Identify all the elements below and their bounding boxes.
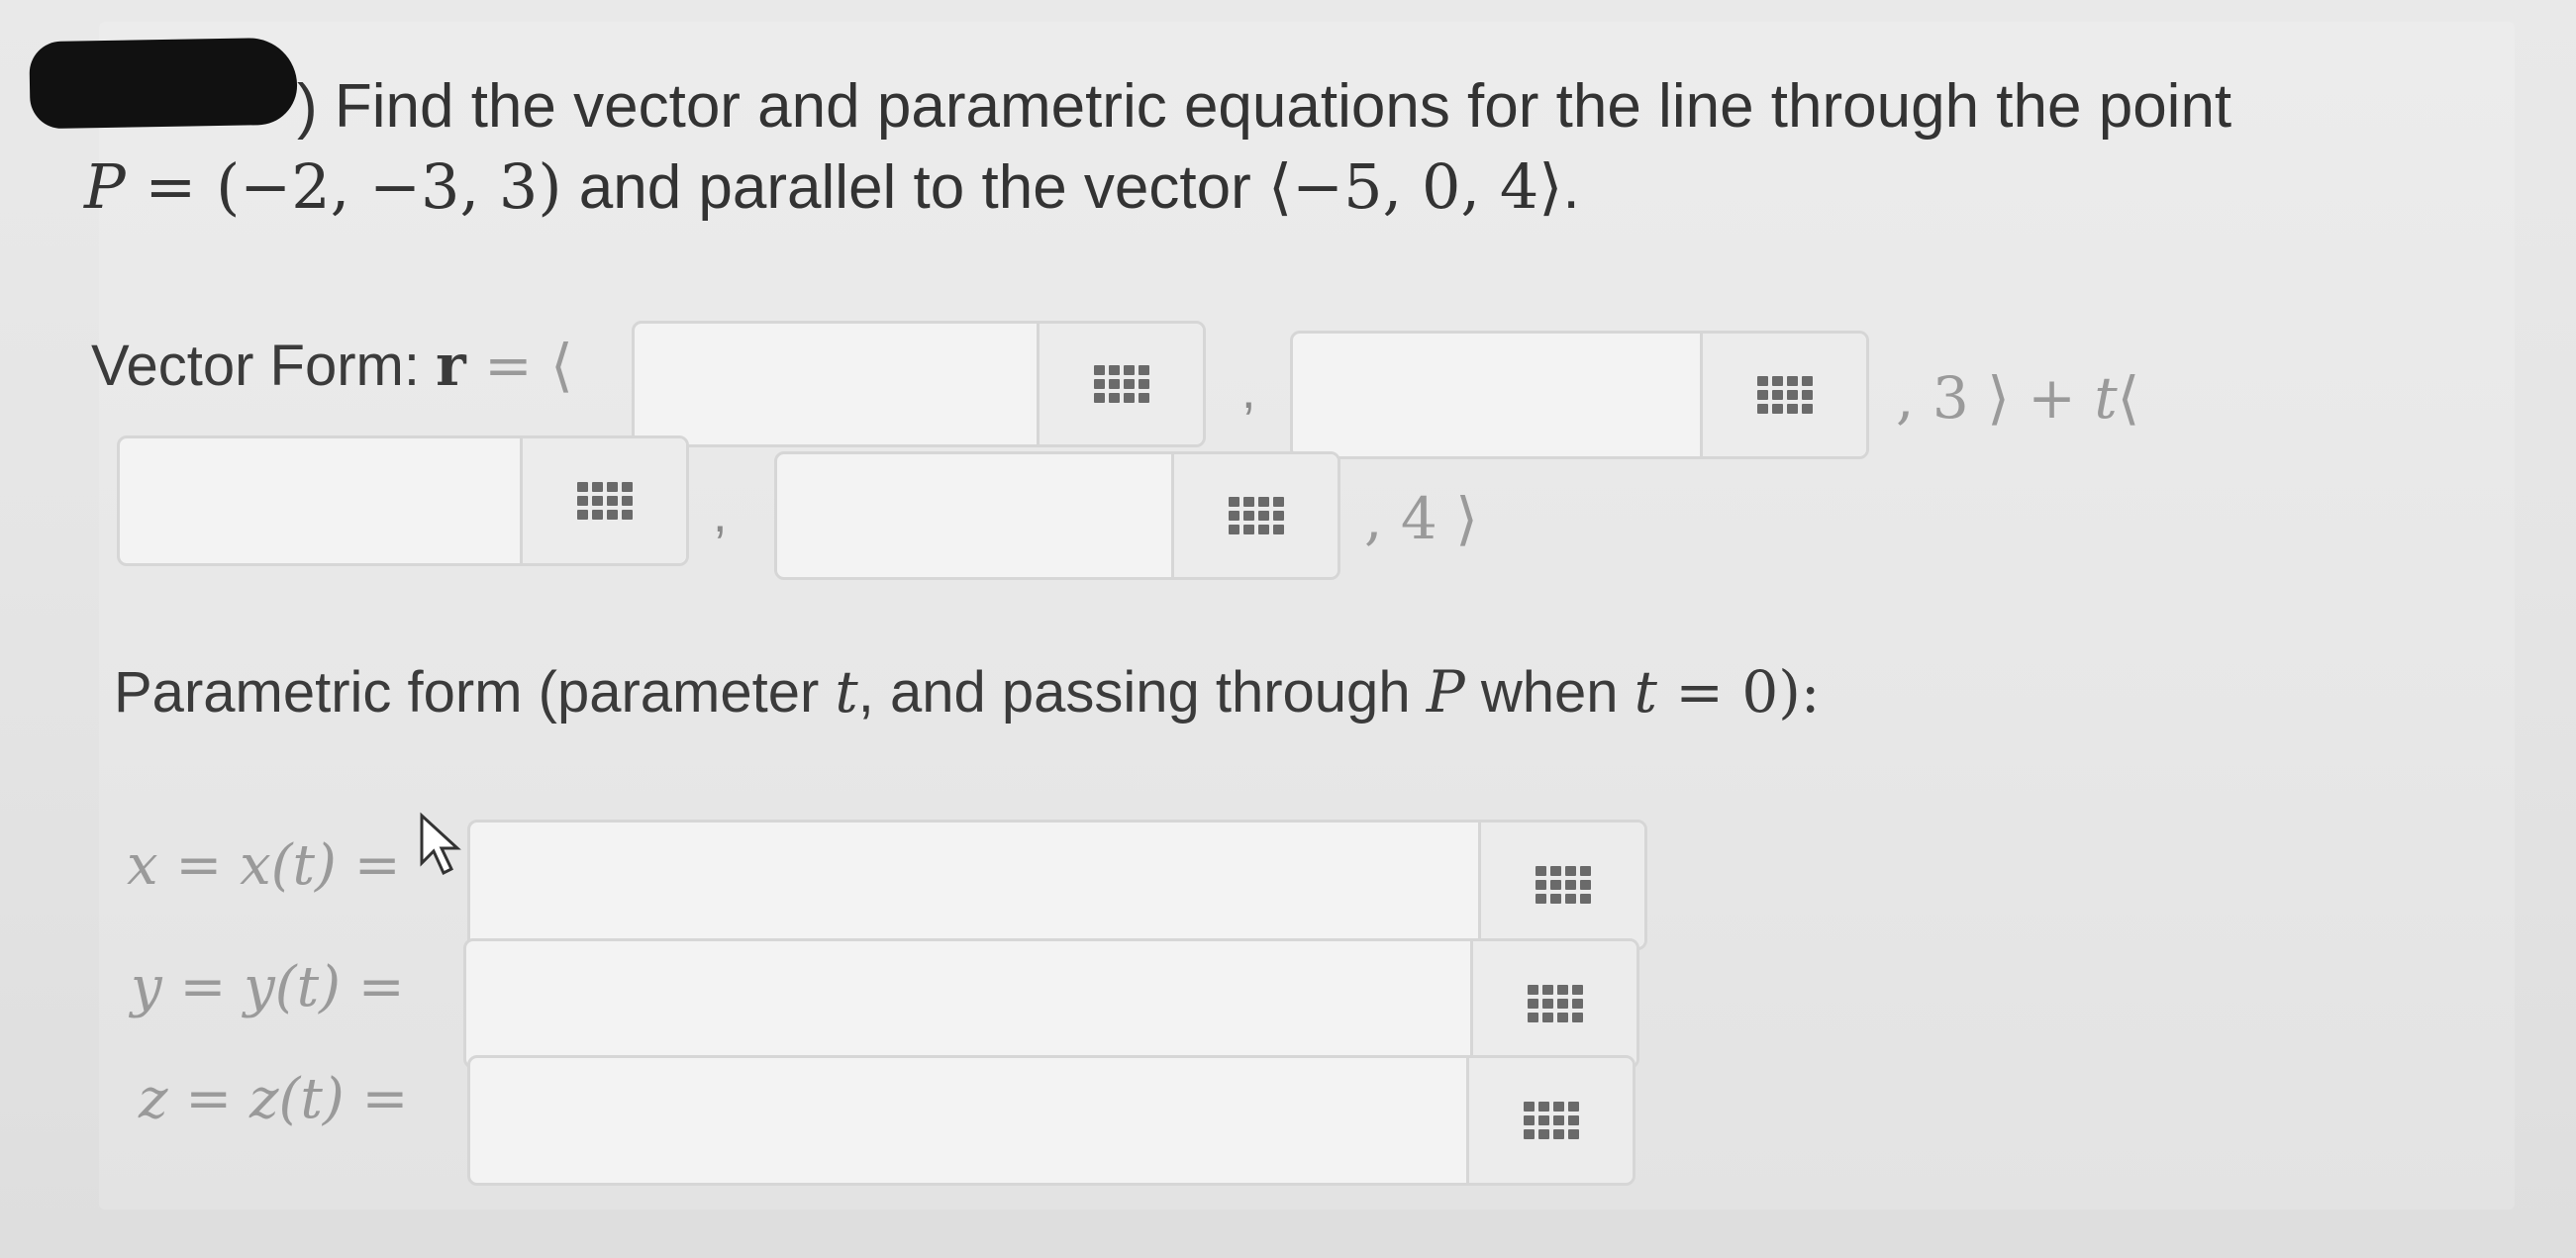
- question-line-2: P = (−2, −3, 3) and parallel to the vect…: [84, 150, 1580, 223]
- question-text-1: ) Find the vector and parametric equatio…: [297, 72, 2232, 141]
- vector-form-y0-input[interactable]: [1293, 334, 1700, 456]
- keypad-icon: [1093, 365, 1149, 403]
- keypad-button[interactable]: [1037, 324, 1203, 444]
- vector-form-dx-field: [117, 435, 689, 566]
- point-name: P: [84, 150, 126, 223]
- x-of-t-input[interactable]: [470, 823, 1478, 947]
- y-of-t-field: [463, 938, 1639, 1069]
- keypad-button[interactable]: [1478, 823, 1644, 947]
- keypad-button[interactable]: [1700, 334, 1866, 456]
- vector-form-row1-tail: , 3 ⟩ + t⟨: [1896, 364, 2140, 432]
- keypad-icon: [576, 482, 633, 520]
- keypad-icon: [1523, 1102, 1579, 1139]
- keypad-icon: [1527, 985, 1583, 1022]
- keypad-icon: [1535, 866, 1591, 904]
- vector-form-label: Vector Form: r = ⟨: [91, 332, 573, 399]
- y-equation-label: y = y(t) =: [131, 955, 405, 1019]
- keypad-button[interactable]: [1171, 454, 1338, 577]
- comma-separator: ,: [1241, 362, 1256, 420]
- keypad-icon: [1756, 376, 1813, 414]
- equals-open-angle: = ⟨: [465, 332, 573, 399]
- keypad-button[interactable]: [1470, 941, 1636, 1066]
- vector-form-dy-input[interactable]: [777, 454, 1171, 577]
- z-of-t-field: [467, 1055, 1635, 1186]
- z-equation-label: z = z(t) =: [139, 1067, 409, 1131]
- vector-form-x0-input[interactable]: [635, 324, 1037, 444]
- page-background: ) Find the vector and parametric equatio…: [0, 0, 2576, 1258]
- vector-form-x0-field: [632, 321, 1206, 447]
- parametric-form-label: Parametric form (parameter t, and passin…: [114, 658, 1821, 726]
- question-text-2: and parallel to the vector: [561, 153, 1268, 222]
- point-coordinates: = (−2, −3, 3): [125, 150, 562, 223]
- vector-form-dx-input[interactable]: [120, 438, 520, 563]
- question-line-1: ) Find the vector and parametric equatio…: [297, 71, 2231, 142]
- comma-separator: ,: [713, 486, 728, 543]
- z-of-t-input[interactable]: [470, 1058, 1466, 1183]
- vector-form-dy-field: [774, 451, 1340, 580]
- vector-form-y0-field: [1290, 331, 1869, 459]
- y-of-t-input[interactable]: [466, 941, 1470, 1066]
- keypad-button[interactable]: [520, 438, 686, 563]
- x-equation-label: x = x(t) =: [127, 833, 401, 898]
- redaction-mark: [29, 37, 298, 130]
- question-end: .: [1562, 153, 1580, 222]
- vector-form-row2-tail: , 4 ⟩: [1364, 485, 1478, 552]
- r-symbol: r: [436, 332, 466, 399]
- direction-vector: ⟨−5, 0, 4⟩: [1267, 150, 1563, 223]
- x-of-t-field: [467, 820, 1647, 950]
- keypad-button[interactable]: [1466, 1058, 1633, 1183]
- keypad-icon: [1228, 497, 1284, 534]
